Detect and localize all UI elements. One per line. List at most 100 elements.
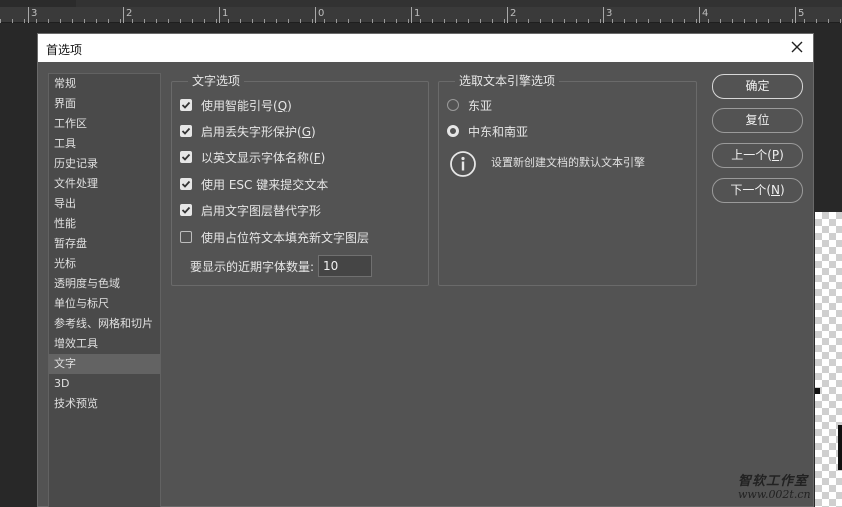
sidebar-item-label: 光标 [54, 257, 76, 270]
sidebar-item-tools[interactable]: 工具 [49, 134, 160, 154]
ruler-major-tick [315, 7, 316, 23]
sidebar-item-workspace[interactable]: 工作区 [49, 114, 160, 134]
dialog-title: 首选项 [46, 43, 83, 57]
sidebar-item-label: 界面 [54, 97, 76, 110]
radio-label: 中东和南亚 [468, 124, 529, 139]
sidebar-item-guides-grid[interactable]: 参考线、网格和切片 [49, 314, 160, 334]
preferences-sidebar: 常规 界面 工作区 工具 历史记录 文件处理 导出 性能 暂存盘 光标 透明度与… [48, 73, 161, 507]
sidebar-item-type[interactable]: 文字 [49, 354, 160, 374]
sidebar-item-history[interactable]: 历史记录 [49, 154, 160, 174]
sidebar-item-label: 3D [54, 377, 70, 390]
sidebar-item-label: 增效工具 [54, 337, 98, 350]
sidebar-item-plugins[interactable]: 增效工具 [49, 334, 160, 354]
english-font-names-option[interactable]: 以英文显示字体名称(F) [180, 148, 325, 166]
sidebar-item-3d[interactable]: 3D [49, 374, 160, 394]
option-label: 使用智能引号(Q) [201, 98, 292, 113]
previous-button[interactable]: 上一个(P) [712, 143, 803, 168]
sidebar-item-transparency[interactable]: 透明度与色域 [49, 274, 160, 294]
ruler-number: 4 [702, 8, 709, 19]
preferences-dialog: 首选项 常规 界面 工作区 工具 历史记录 文件处理 导出 性能 暂存盘 光标 … [37, 33, 814, 507]
ruler-major-tick [219, 7, 220, 23]
sidebar-item-label: 文件处理 [54, 177, 98, 190]
ruler-top-strip [0, 0, 842, 7]
ok-button[interactable]: 确定 [712, 74, 803, 99]
ruler-major-tick [795, 7, 796, 23]
placeholder-text-option[interactable]: 使用占位符文本填充新文字图层 [180, 228, 369, 246]
ruler-number: 2 [510, 8, 517, 19]
watermark: 智软工作室 www.002t.cn [738, 470, 828, 501]
ruler-number: 1 [414, 8, 421, 19]
sidebar-item-tech-preview[interactable]: 技术预览 [49, 394, 160, 414]
option-label: 使用 ESC 键来提交文本 [201, 177, 329, 192]
reset-button[interactable]: 复位 [712, 108, 803, 133]
smart-quotes-option[interactable]: 使用智能引号(Q) [180, 96, 292, 114]
sidebar-item-label: 常规 [54, 77, 76, 90]
sidebar-item-label: 参考线、网格和切片 [54, 317, 153, 330]
horizontal-ruler: 3 2 1 0 1 2 3 4 5 [0, 0, 842, 23]
engine-info: 设置新创建文档的默认文本引擎 [449, 150, 645, 178]
sidebar-item-performance[interactable]: 性能 [49, 214, 160, 234]
recent-fonts-input[interactable]: 10 [318, 255, 373, 277]
checkbox[interactable] [180, 99, 192, 111]
sidebar-item-export[interactable]: 导出 [49, 194, 160, 214]
sidebar-item-label: 工作区 [54, 117, 87, 130]
ruler-major-tick [123, 7, 124, 23]
text-engine-legend: 选取文本引擎选项 [455, 74, 560, 88]
canvas-artwork [838, 425, 842, 470]
option-label: 使用占位符文本填充新文字图层 [201, 230, 370, 245]
sidebar-item-label: 暂存盘 [54, 237, 87, 250]
ruler-number: 3 [606, 8, 613, 19]
next-button[interactable]: 下一个(N) [712, 178, 803, 203]
checkbox[interactable] [180, 204, 192, 216]
sidebar-item-label: 技术预览 [54, 397, 98, 410]
type-options-legend: 文字选项 [188, 74, 245, 88]
option-label: 启用丢失字形保护(G) [201, 124, 316, 139]
sidebar-item-label: 导出 [54, 197, 76, 210]
radio-label: 东亚 [468, 98, 493, 113]
ruler-major-tick [411, 7, 412, 23]
ruler-major-tick [28, 7, 29, 23]
sidebar-item-label: 透明度与色域 [54, 277, 120, 290]
checkbox[interactable] [180, 231, 192, 243]
sidebar-item-file-handling[interactable]: 文件处理 [49, 174, 160, 194]
checkbox[interactable] [180, 151, 192, 163]
sidebar-item-cursors[interactable]: 光标 [49, 254, 160, 274]
sidebar-item-label: 单位与标尺 [54, 297, 109, 310]
recent-fonts-label: 要显示的近期字体数量: [190, 259, 315, 274]
esc-commit-text-option[interactable]: 使用 ESC 键来提交文本 [180, 175, 328, 193]
canvas-artwork [815, 388, 820, 394]
engine-info-text: 设置新创建文档的默认文本引擎 [491, 156, 645, 169]
alternate-glyphs-option[interactable]: 启用文字图层替代字形 [180, 201, 321, 219]
type-options-group: 文字选项 使用智能引号(Q) 启用丢失字形保护(G) 以英文显示字体名称(F) … [171, 74, 429, 286]
checkbox[interactable] [180, 125, 192, 137]
ruler-number: 2 [126, 8, 133, 19]
info-icon [450, 151, 476, 177]
watermark-title: 智软工作室 [738, 474, 809, 489]
close-icon[interactable] [789, 39, 805, 55]
missing-glyph-protection-option[interactable]: 启用丢失字形保护(G) [180, 122, 316, 140]
sidebar-item-units-rulers[interactable]: 单位与标尺 [49, 294, 160, 314]
watermark-url: www.002t.cn [738, 488, 811, 501]
sidebar-item-interface[interactable]: 界面 [49, 94, 160, 114]
dialog-titlebar: 首选项 [38, 34, 813, 62]
sidebar-item-label: 文字 [54, 357, 76, 370]
checkbox[interactable] [180, 178, 192, 190]
ruler-number: 1 [222, 8, 229, 19]
radio-button[interactable] [447, 125, 459, 137]
radio-button[interactable] [447, 99, 459, 111]
option-label: 启用文字图层替代字形 [201, 203, 322, 218]
option-label: 以英文显示字体名称(F) [201, 150, 326, 165]
east-asian-radio-option[interactable]: 东亚 [447, 96, 492, 114]
sidebar-item-general[interactable]: 常规 [49, 74, 160, 94]
text-engine-group: 选取文本引擎选项 东亚 中东和南亚 设置新创建文档的默认文本引擎 [438, 74, 697, 286]
recent-fonts-row: 要显示的近期字体数量: 10 [190, 255, 373, 277]
ruler-major-tick [507, 7, 508, 23]
ruler-number: 0 [318, 8, 325, 19]
ruler-number: 5 [798, 8, 805, 19]
middle-east-radio-option[interactable]: 中东和南亚 [447, 122, 528, 140]
sidebar-item-scratch-disks[interactable]: 暂存盘 [49, 234, 160, 254]
ruler-number: 3 [31, 8, 38, 19]
sidebar-item-label: 历史记录 [54, 157, 98, 170]
ruler-major-tick [603, 7, 604, 23]
ruler-major-tick [699, 7, 700, 23]
